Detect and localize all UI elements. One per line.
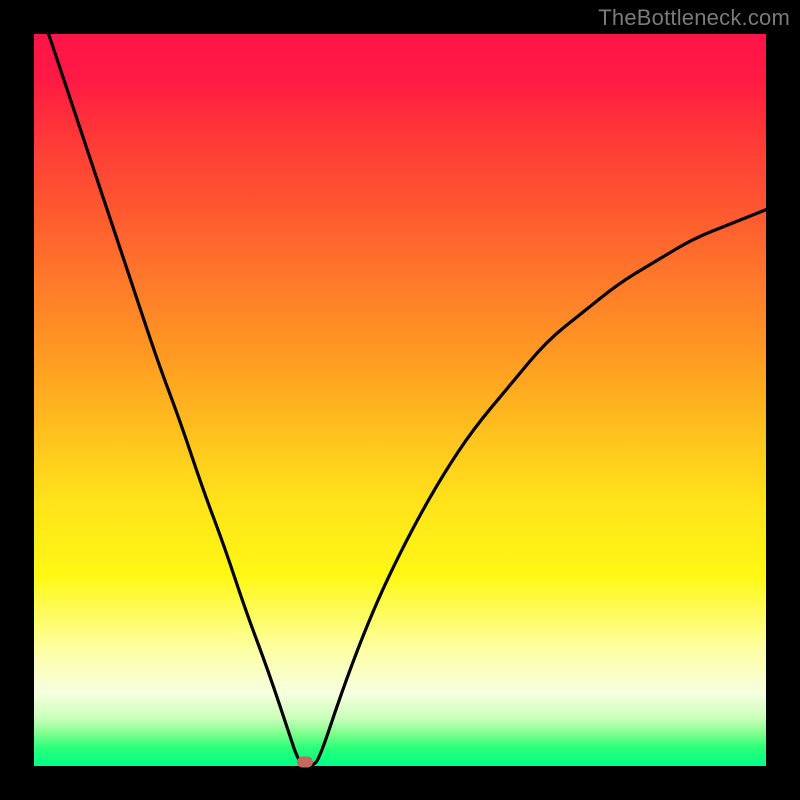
watermark-text: TheBottleneck.com (598, 5, 790, 31)
bottleneck-curve (49, 34, 766, 766)
minimum-marker (297, 757, 313, 768)
curve-svg (34, 34, 766, 766)
plot-area (34, 34, 766, 766)
chart-container: TheBottleneck.com (0, 0, 800, 800)
